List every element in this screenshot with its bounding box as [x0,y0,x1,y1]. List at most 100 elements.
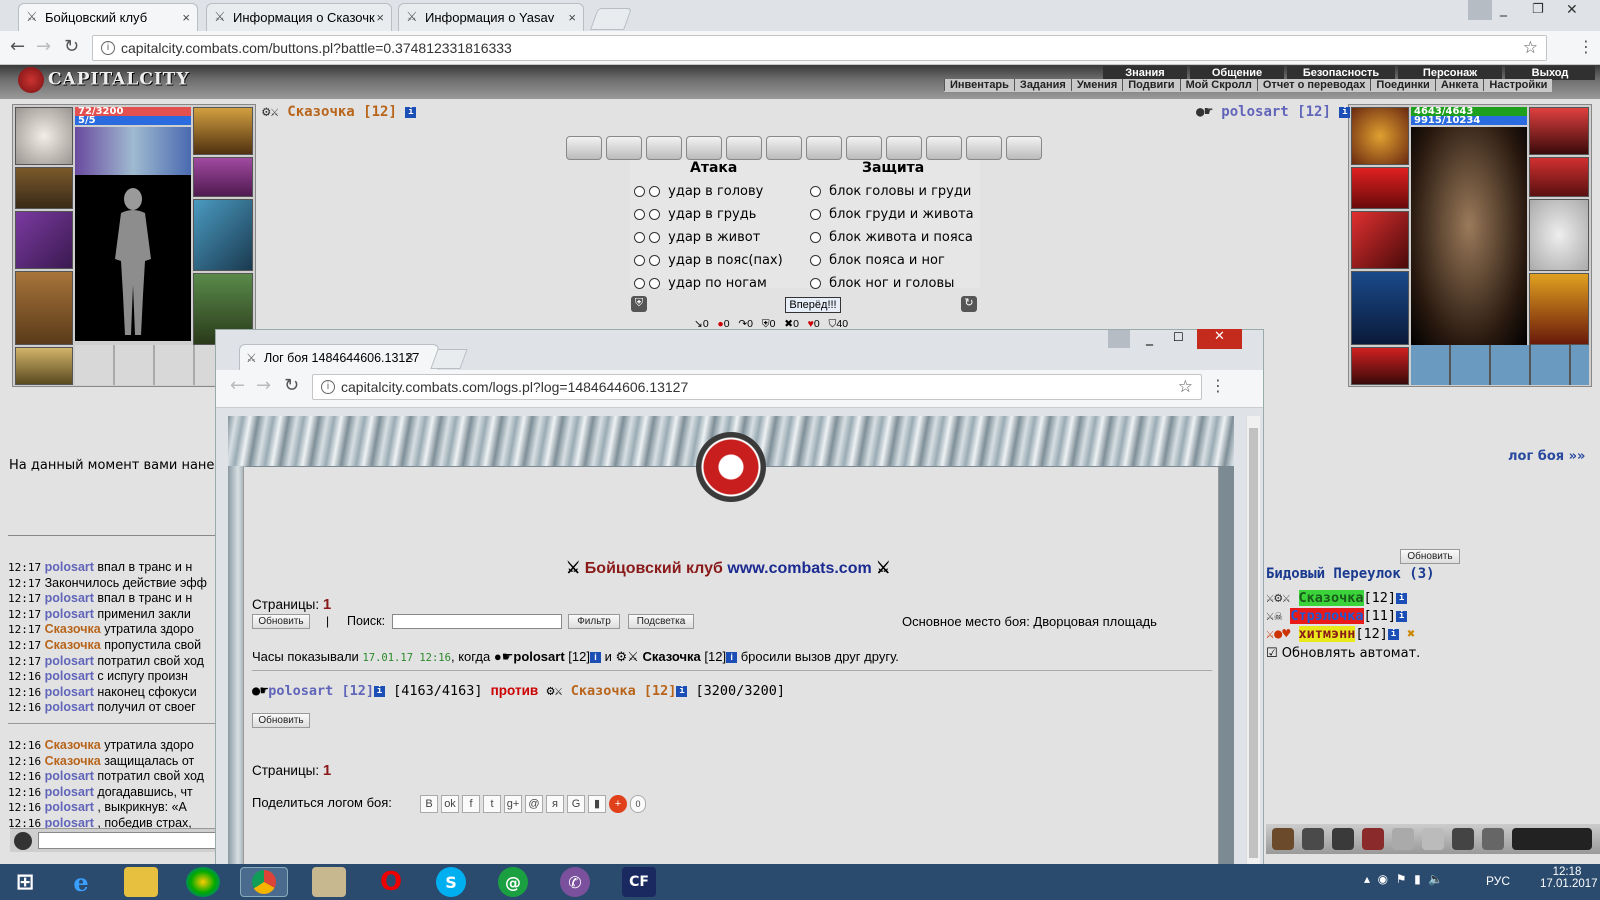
chat-player-name[interactable]: polosart [45,700,94,714]
skype-icon[interactable]: S [436,867,466,897]
cf-app-icon[interactable]: CF [622,867,656,897]
scroll-slot[interactable] [1006,136,1042,160]
chat-player-name[interactable]: polosart [45,816,94,828]
action-icon[interactable] [1422,828,1444,850]
attack-chest[interactable]: удар в грудь [634,207,756,222]
gloves-slot[interactable] [15,167,73,209]
close-tab-icon[interactable]: × [404,350,415,365]
chat-player-name[interactable]: polosart [45,591,94,605]
page-link[interactable]: 1 [323,596,331,613]
action-icon[interactable] [1332,828,1354,850]
profile-icon[interactable] [1468,0,1492,20]
menu-quests[interactable]: Задания [1013,79,1071,91]
menu-inventory[interactable]: Инвентарь [944,79,1014,91]
internet-explorer-icon[interactable]: e [64,867,98,897]
clock[interactable]: 12:18 17.01.2017 [1540,866,1598,890]
player1-name[interactable]: polosart [268,683,333,699]
attack-head[interactable]: удар в голову [634,184,763,199]
viber-icon[interactable]: ✆ [560,867,590,897]
forward-icon[interactable]: → [36,37,51,57]
armor-slot[interactable] [1351,271,1409,345]
scroll-slot[interactable] [686,136,722,160]
radio[interactable] [810,255,821,266]
address-bar[interactable]: i capitalcity.combats.com/buttons.pl?bat… [92,35,1547,61]
tab-info-yasav[interactable]: ⚔ Информация о Yasav × [398,3,584,31]
chat-player-name[interactable]: Сказочка [45,622,101,636]
scroll-slot[interactable] [646,136,682,160]
info-badge-icon[interactable]: i [405,106,417,118]
menu-duels[interactable]: Поединки [1370,79,1435,91]
menu-my-scroll[interactable]: Мой Скролл [1179,79,1257,91]
chat-player-name[interactable]: polosart [45,785,94,799]
info-icon[interactable]: i [101,41,115,55]
close-tab-icon[interactable]: × [182,10,190,25]
earrings-slot[interactable] [1529,157,1589,197]
profile-icon[interactable] [1108,330,1130,348]
menu-feats[interactable]: Подвиги [1122,79,1180,91]
opera-icon[interactable]: O [374,867,408,897]
menu-knowledge[interactable]: Знания [1103,66,1187,80]
mail-agent-icon[interactable]: @ [498,867,528,897]
exit-icon[interactable] [1482,828,1504,850]
amulet-slot[interactable] [1529,107,1589,155]
action-icon[interactable] [1452,828,1474,850]
checkbox-checked-icon[interactable]: ☑ [1266,646,1282,661]
info-badge-icon[interactable]: i [1396,592,1408,604]
chat-player-name[interactable]: polosart [45,654,94,668]
back-icon[interactable]: ← [230,376,245,396]
gloves-slot[interactable] [1351,167,1409,209]
tray-icons[interactable]: ▴ ◉ ⚑ ▮ 🔈 [1364,872,1443,886]
helmet-slot[interactable] [15,107,73,165]
close-window-button[interactable]: ✕ [1197,329,1242,349]
new-tab-button[interactable] [589,8,633,30]
chat-player-name[interactable]: polosart [45,669,94,683]
room-member[interactable]: ⚔●♥ хитмэнн[12] i ✖ [1266,626,1415,642]
radio[interactable] [810,278,821,289]
menu-security[interactable]: Безопасность [1287,66,1395,80]
chat-player-name[interactable]: polosart [45,769,94,783]
right-player-name[interactable]: ●☛ polosart [12] i [1196,104,1351,120]
chat-input[interactable] [38,832,218,849]
bookmark-share-button[interactable]: ▮ [588,795,606,813]
chrome-icon[interactable] [240,867,288,897]
scroll-slot[interactable] [766,136,802,160]
log-scrollbar[interactable] [1246,416,1260,864]
scroll-slot[interactable] [966,136,1002,160]
player2-name[interactable]: Сказочка [571,683,636,699]
belt-slots[interactable] [1411,345,1589,385]
minimize-button[interactable]: _ [1146,330,1153,346]
menu-transfer-report[interactable]: Отчет о переводах [1256,79,1371,91]
forward-button[interactable]: Вперёд!!! [785,297,841,313]
info-badge-icon[interactable]: i [676,685,688,697]
scrollbar-thumb[interactable] [1249,428,1258,858]
highlight-button[interactable]: Подсветка [628,614,694,629]
left-player-name[interactable]: ⚙⚔ Сказочка [12] i [262,104,417,120]
twitter-share-button[interactable]: t [483,795,501,813]
bookmark-star-icon[interactable]: ☆ [1178,377,1193,397]
info-badge-icon[interactable]: i [589,652,601,664]
page-link[interactable]: 1 [323,762,331,779]
smiley-icon[interactable] [14,832,32,850]
radio[interactable] [810,186,821,197]
info-badge-icon[interactable]: i [726,652,738,664]
action-icon[interactable] [1362,828,1384,850]
action-icon[interactable] [1272,828,1294,850]
earrings-slot[interactable] [193,157,253,197]
chat-player-name[interactable]: polosart [45,800,94,814]
block-head-chest[interactable]: блок головы и груди [810,184,971,199]
scroll-slot[interactable] [926,136,962,160]
search-input[interactable] [392,614,562,629]
reload-icon[interactable]: ↻ [64,37,79,57]
reload-icon[interactable]: ↻ [284,376,299,396]
back-icon[interactable]: ← [10,37,25,57]
attack-waist[interactable]: удар в пояс(пах) [634,253,783,268]
scroll-slot[interactable] [726,136,762,160]
paint-icon[interactable] [186,867,220,897]
radio[interactable] [634,186,645,197]
mail-share-button[interactable]: @ [525,795,543,813]
menu-icon[interactable]: ⋮ [1210,376,1226,396]
chat-player-name[interactable]: Сказочка [45,754,101,768]
helmet-slot[interactable] [1351,107,1409,165]
radio[interactable] [634,209,645,220]
tab-info-skazochka[interactable]: ⚔ Информация о Сказочк × [206,3,392,31]
